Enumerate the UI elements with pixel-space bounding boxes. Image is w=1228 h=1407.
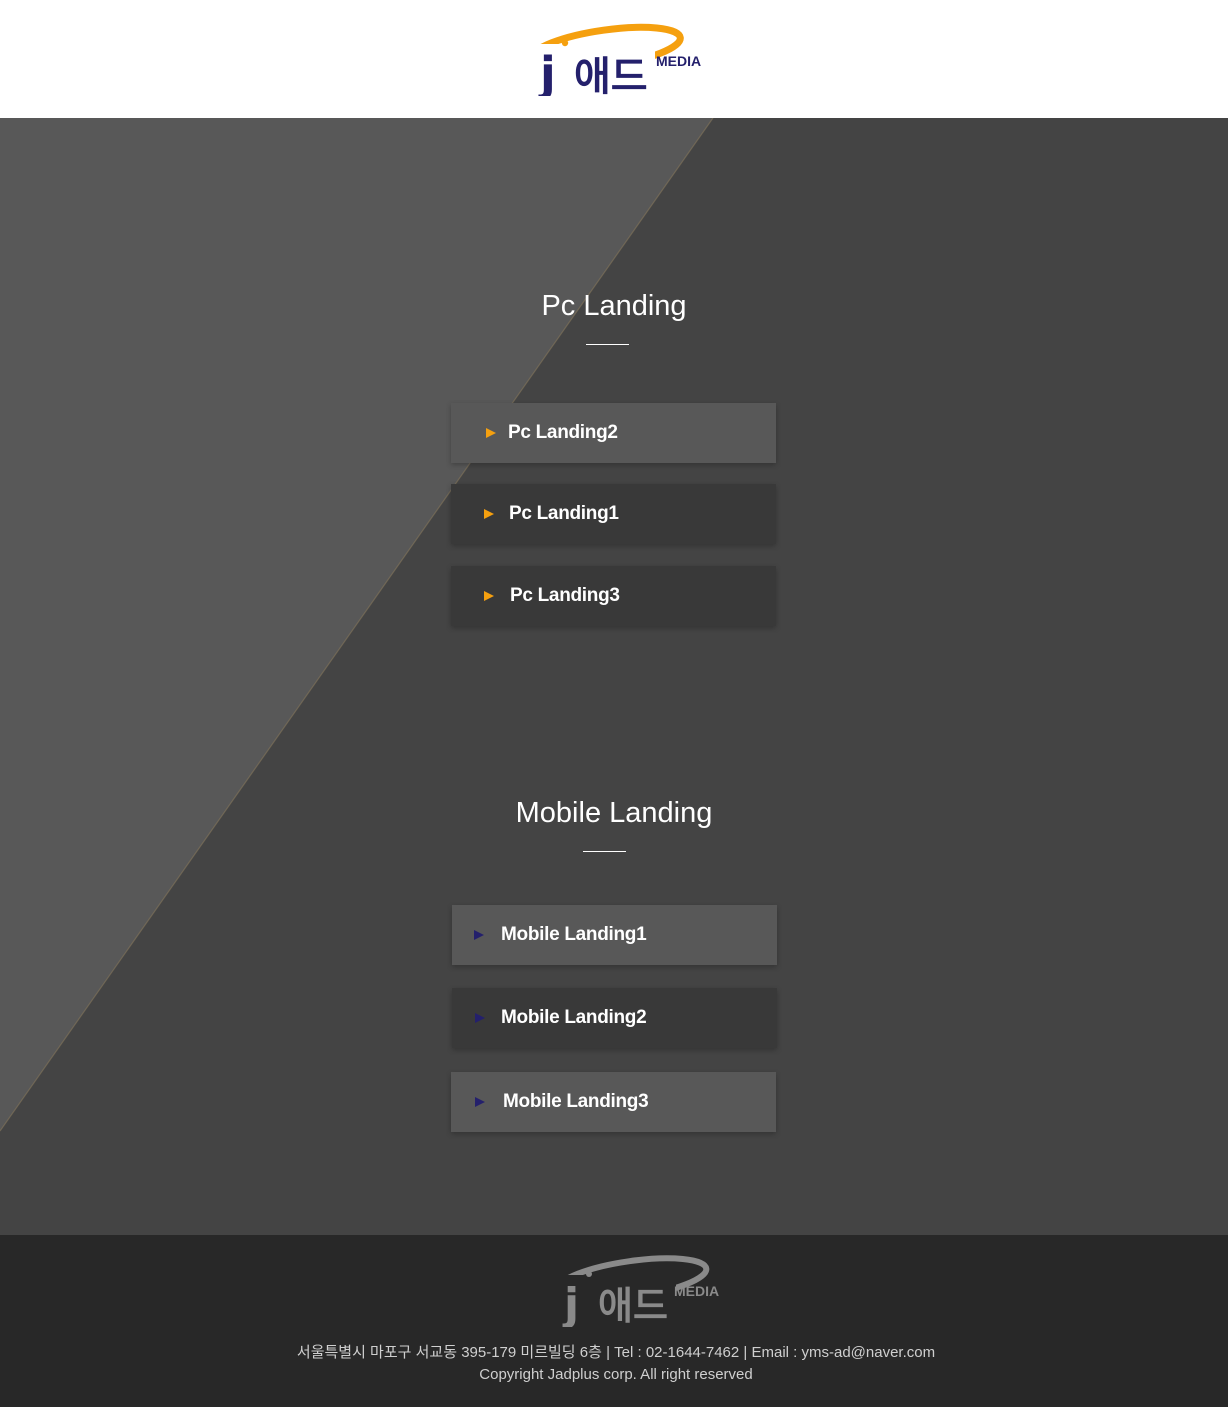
button-label: Mobile Landing3: [503, 1091, 649, 1112]
main-content: Pc Landing Pc Landing2 Pc Landing1 Pc La…: [0, 118, 1228, 1235]
mobile-title-divider: [583, 851, 626, 852]
logo-mark: j: [538, 47, 556, 96]
pc-landing3-button[interactable]: Pc Landing3: [451, 566, 776, 626]
logo-media: MEDIA: [674, 1283, 719, 1299]
pc-landing-title: Pc Landing: [541, 290, 687, 322]
header: j 애드 MEDIA: [0, 0, 1228, 118]
button-label: Pc Landing2: [508, 422, 618, 443]
button-label: Pc Landing1: [509, 503, 619, 524]
pc-landing2-button[interactable]: Pc Landing2: [451, 403, 776, 463]
pc-title-divider: [586, 344, 629, 345]
mobile-landing-title: Mobile Landing: [515, 797, 713, 829]
button-label: Pc Landing3: [510, 585, 620, 606]
play-triangle-icon: [475, 1013, 485, 1023]
mobile-landing1-button[interactable]: Mobile Landing1: [452, 905, 777, 965]
logo-dot: [586, 1271, 592, 1277]
diagonal-background: [0, 118, 714, 1132]
footer: j 애드 MEDIA 서울특별시 마포구 서교동 395-179 미르빌딩 6층…: [0, 1235, 1228, 1407]
pc-landing1-button[interactable]: Pc Landing1: [451, 484, 776, 544]
button-label: Mobile Landing2: [501, 1007, 647, 1028]
button-label: Mobile Landing1: [501, 924, 647, 945]
jad-media-footer-logo: j 애드 MEDIA: [552, 1255, 719, 1327]
logo-korean: 애드: [598, 1284, 668, 1327]
footer-address: 서울특별시 마포구 서교동 395-179 미르빌딩 6층 | Tel : 02…: [296, 1344, 936, 1361]
mobile-landing2-button[interactable]: Mobile Landing2: [452, 988, 777, 1048]
play-triangle-icon: [484, 509, 494, 519]
mobile-landing3-button[interactable]: Mobile Landing3: [451, 1072, 776, 1132]
footer-copyright: Copyright Jadplus corp. All right reserv…: [479, 1366, 753, 1383]
play-triangle-icon: [486, 428, 496, 438]
play-triangle-icon: [484, 591, 494, 601]
play-triangle-icon: [474, 930, 484, 940]
logo-dot: [561, 39, 569, 47]
logo-media: MEDIA: [656, 53, 701, 69]
logo-mark: j: [562, 1279, 579, 1327]
play-triangle-icon: [475, 1097, 485, 1107]
logo-korean: 애드: [574, 54, 648, 96]
jad-media-logo[interactable]: j 애드 MEDIA: [528, 20, 708, 96]
